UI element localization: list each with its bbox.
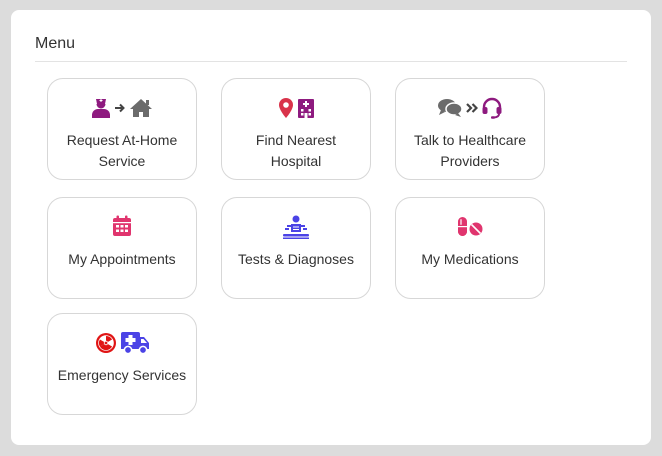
menu-tile-emergency-services[interactable]: Emergency Services bbox=[47, 313, 197, 415]
menu-tile-talk-to-healthcare-providers[interactable]: Talk to Healthcare Providers bbox=[395, 78, 545, 180]
headset-icon bbox=[481, 97, 503, 119]
menu-tile-label-line: Service bbox=[98, 153, 146, 169]
menu-tile-my-medications[interactable]: My Medications bbox=[395, 197, 545, 299]
calendar-icon bbox=[112, 215, 132, 237]
menu-tile-label-line: My Appointments bbox=[68, 251, 176, 267]
radiation-icon bbox=[95, 332, 117, 354]
menu-tile-label-line: Find Nearest bbox=[255, 132, 337, 148]
menu-tile-label-line: My Medications bbox=[421, 251, 519, 267]
menu-tile-label-line: Hospital bbox=[270, 153, 322, 169]
menu-title: Menu bbox=[35, 35, 76, 52]
menu-panel: Menu Request At-Home Service Find Neares… bbox=[11, 10, 651, 445]
menu-tile-label-line: Emergency Services bbox=[57, 367, 187, 383]
x-ray-icon bbox=[282, 215, 310, 239]
arrow-right-icon bbox=[114, 103, 126, 113]
menu-tile-request-at-home-service[interactable]: Request At-Home Service bbox=[47, 78, 197, 180]
divider bbox=[35, 61, 627, 62]
menu-tile-label-line: Request At-Home bbox=[66, 132, 178, 148]
menu-tile-label-line: Tests & Diagnoses bbox=[238, 251, 354, 267]
map-pin-icon bbox=[278, 97, 294, 119]
chat-icon bbox=[437, 98, 463, 118]
home-icon bbox=[129, 98, 153, 118]
double-chevron-icon bbox=[466, 102, 478, 114]
menu-tile-label-line: Providers bbox=[440, 153, 500, 169]
menu-tile-label-line: Talk to Healthcare bbox=[413, 132, 527, 148]
ambulance-icon bbox=[120, 331, 150, 355]
menu-tile-tests-and-diagnoses[interactable]: Tests & Diagnoses bbox=[221, 197, 371, 299]
nurse-icon bbox=[91, 97, 111, 119]
pills-icon bbox=[456, 216, 484, 238]
menu-tile-my-appointments[interactable]: My Appointments bbox=[47, 197, 197, 299]
hospital-icon bbox=[297, 97, 315, 119]
menu-tile-find-nearest-hospital[interactable]: Find Nearest Hospital bbox=[221, 78, 371, 180]
